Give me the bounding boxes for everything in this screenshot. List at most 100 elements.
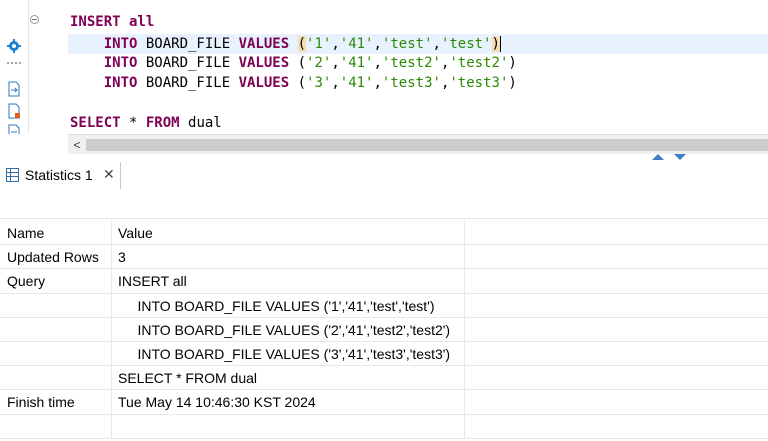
code-token: '3' xyxy=(306,75,332,91)
empty-cell xyxy=(465,269,768,292)
close-icon[interactable]: ✕ xyxy=(103,166,115,183)
code-line[interactable]: INSERT all xyxy=(68,12,768,32)
name-cell[interactable] xyxy=(0,341,112,366)
code-token: 'test3' xyxy=(449,75,509,91)
value-cell[interactable]: 3 xyxy=(112,245,465,269)
value-cell[interactable]: INTO BOARD_FILE VALUES ('1','41','test',… xyxy=(112,293,465,317)
code-token: dual xyxy=(179,115,222,131)
code-token: ( xyxy=(297,55,307,71)
empty-cell xyxy=(465,390,768,413)
code-token: '1' xyxy=(306,36,332,52)
code-token: ( xyxy=(297,36,307,52)
code-token: ) xyxy=(508,55,517,71)
code-token: , xyxy=(432,36,441,52)
code-token: INTO xyxy=(70,75,146,91)
text-caret xyxy=(499,36,501,52)
name-cell[interactable]: Updated Rows xyxy=(0,245,112,269)
table-row[interactable]: SELECT * FROM dual xyxy=(0,366,768,391)
scroll-left-arrow-icon[interactable]: < xyxy=(68,135,86,155)
code-token: * xyxy=(120,115,146,131)
name-cell[interactable] xyxy=(0,293,112,317)
code-token: 'test2' xyxy=(381,55,441,71)
sql-editor[interactable]: INSERT all INTO BOARD_FILE VALUES ('1','… xyxy=(68,0,768,134)
code-token: FROM xyxy=(145,115,180,131)
code-token: BOARD_FILE xyxy=(145,55,239,71)
code-token: INTO xyxy=(70,55,146,71)
code-token: BOARD_FILE xyxy=(145,75,239,91)
code-token: INTO xyxy=(70,36,146,52)
code-token: , xyxy=(331,75,340,91)
code-token: '41' xyxy=(339,75,374,91)
empty-cell xyxy=(465,342,768,365)
code-token: 'test3' xyxy=(381,75,441,91)
code-line[interactable]: SELECT * FROM dual xyxy=(68,113,768,133)
value-cell[interactable]: Value xyxy=(112,221,465,245)
code-token: VALUES xyxy=(238,55,298,71)
code-token: ) xyxy=(508,75,517,91)
name-cell[interactable]: Query xyxy=(0,269,112,293)
code-token: VALUES xyxy=(238,75,298,91)
horizontal-scrollbar[interactable]: < xyxy=(68,134,768,155)
table-row[interactable]: INTO BOARD_FILE VALUES ('2','41','test2'… xyxy=(0,317,768,342)
empty-cell xyxy=(465,221,768,244)
value-cell[interactable] xyxy=(112,414,465,438)
code-token: 'test' xyxy=(440,36,492,52)
code-token: , xyxy=(331,55,340,71)
empty-cell xyxy=(465,366,768,389)
code-token: , xyxy=(373,55,382,71)
value-cell[interactable]: INSERT all xyxy=(112,269,465,293)
name-cell[interactable]: Name xyxy=(0,221,112,245)
value-cell[interactable]: Tue May 14 10:46:30 KST 2024 xyxy=(112,390,465,414)
code-token: , xyxy=(373,75,382,91)
code-token: , xyxy=(373,36,382,52)
code-line[interactable] xyxy=(68,93,768,113)
value-cell[interactable]: INTO BOARD_FILE VALUES ('2','41','test2'… xyxy=(112,317,465,341)
code-line[interactable]: INTO BOARD_FILE VALUES ('1','41','test',… xyxy=(68,34,768,54)
code-token: INSERT all xyxy=(70,14,155,30)
export-file-icon[interactable] xyxy=(6,81,22,97)
table-row[interactable] xyxy=(0,414,768,439)
collapse-fold-icon[interactable] xyxy=(30,15,39,24)
value-cell[interactable]: INTO BOARD_FILE VALUES ('3','41','test3'… xyxy=(112,341,465,366)
code-token: ( xyxy=(297,75,307,91)
more-dots-icon[interactable] xyxy=(6,60,22,66)
results-tab-bar: Statistics 1 ✕ xyxy=(0,162,768,191)
table-row[interactable]: Finish time Tue May 14 10:46:30 KST 2024 xyxy=(0,390,768,415)
code-token: ) xyxy=(491,36,500,52)
code-token: SELECT xyxy=(70,115,121,131)
table-row[interactable]: Name Value xyxy=(0,221,768,246)
table-row[interactable]: INTO BOARD_FILE VALUES ('1','41','test',… xyxy=(0,293,768,318)
name-cell[interactable]: Finish time xyxy=(0,390,112,414)
name-cell[interactable] xyxy=(0,414,112,438)
code-token: VALUES xyxy=(238,36,298,52)
scroll-corner xyxy=(0,134,68,154)
code-token: 'test' xyxy=(381,36,433,52)
empty-cell xyxy=(465,294,768,317)
name-cell[interactable] xyxy=(0,366,112,390)
table-row[interactable]: Updated Rows 3 xyxy=(0,245,768,270)
code-line[interactable]: INTO BOARD_FILE VALUES ('2','41','test2'… xyxy=(68,53,768,73)
code-token: '2' xyxy=(306,55,332,71)
value-cell[interactable]: SELECT * FROM dual xyxy=(112,366,465,390)
code-token: BOARD_FILE xyxy=(145,36,239,52)
code-token: 'test2' xyxy=(449,55,509,71)
name-cell[interactable] xyxy=(0,317,112,341)
empty-cell xyxy=(465,318,768,341)
sash-arrows-icon[interactable] xyxy=(652,154,692,160)
code-token: '41' xyxy=(339,55,374,71)
code-token: , xyxy=(331,36,340,52)
tab-statistics-1[interactable]: Statistics 1 ✕ xyxy=(0,162,121,189)
editor-left-toolbar xyxy=(0,0,28,140)
table-row[interactable]: INTO BOARD_FILE VALUES ('3','41','test3'… xyxy=(0,341,768,367)
empty-cell xyxy=(465,415,768,438)
scrollbar-thumb[interactable] xyxy=(86,139,768,151)
results-toolbar-area xyxy=(0,190,768,219)
table-row[interactable]: Query INSERT all xyxy=(0,269,768,294)
tab-label: Statistics 1 xyxy=(25,167,93,183)
code-token: '41' xyxy=(339,36,374,52)
code-line[interactable]: INTO BOARD_FILE VALUES ('3','41','test3'… xyxy=(68,73,768,93)
table-icon xyxy=(6,168,19,182)
gear-icon[interactable] xyxy=(6,38,22,54)
fold-gutter xyxy=(28,0,69,134)
new-file-icon[interactable] xyxy=(6,103,22,119)
